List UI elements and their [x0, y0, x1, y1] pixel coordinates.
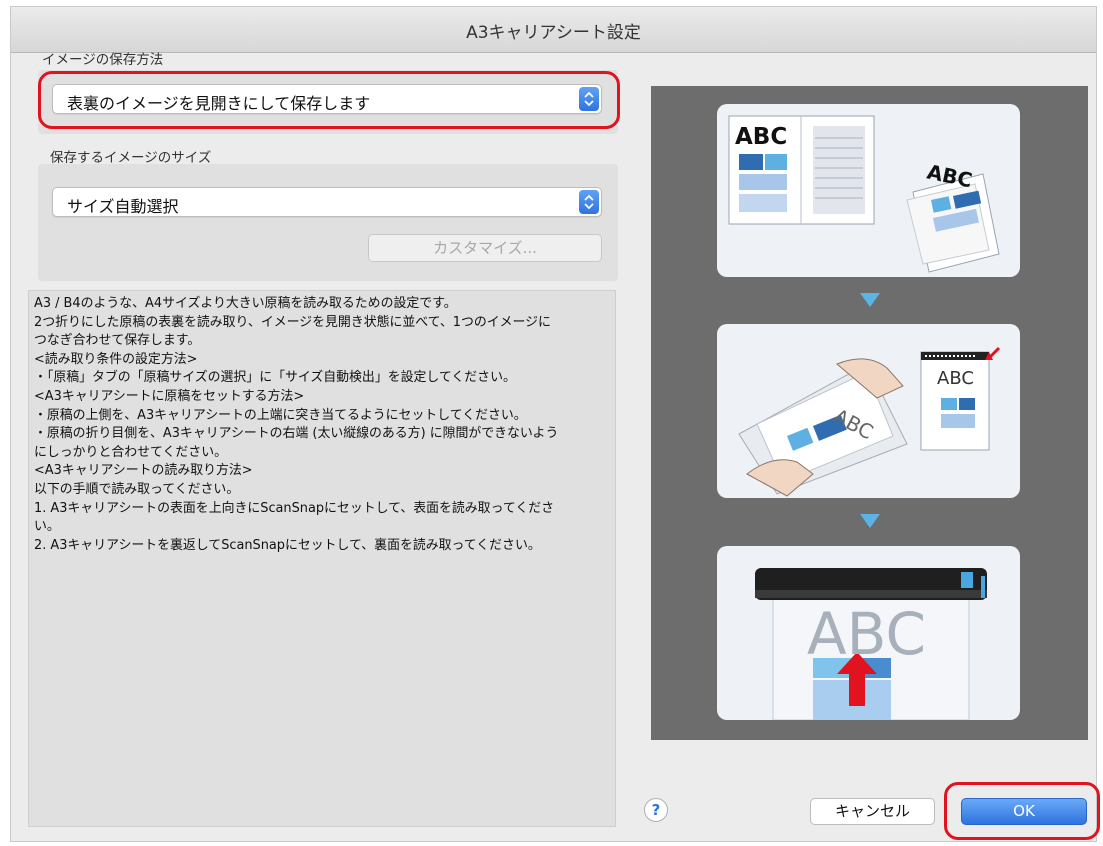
description-line: <読み取り条件の設定方法> — [34, 351, 198, 367]
title-bar[interactable]: A3キャリアシート設定 — [11, 7, 1096, 53]
description-line: つなぎ合わせて保存します。 — [34, 333, 201, 349]
image-size-label: 保存するイメージのサイズ — [50, 150, 212, 166]
down-arrow-icon — [860, 514, 880, 528]
description-line: ・原稿の折り目側を、A3キャリアシートの右端 (太い縦線のある方) に隙間ができ… — [34, 426, 559, 442]
help-button[interactable]: ? — [644, 798, 668, 822]
step2-card-text: ABC — [937, 368, 974, 389]
description-line: ・「原稿」タブの「原稿サイズの選択」に「サイズ自動検出」を設定してください。 — [34, 370, 516, 386]
description-line: A3 / B4のような、A4サイズより大きい原稿を読み取るための設定です。 — [34, 296, 457, 311]
step3-scan-text: ABC — [807, 600, 926, 668]
description-line: い。 — [34, 519, 60, 535]
description-line: <A3キャリアシートに原稿をセットする方法> — [34, 388, 305, 404]
window-title: A3キャリアシート設定 — [466, 23, 641, 43]
customize-button[interactable]: カスタマイズ... — [368, 234, 602, 262]
ok-highlight — [944, 782, 1100, 840]
description-line: 2つ折りにした原稿の表裏を読み取り、イメージを見開き状態に並べて、1つのイメージ… — [34, 314, 551, 330]
description-line: <A3キャリアシートの読み取り方法> — [34, 463, 253, 479]
image-size-value: サイズ自動選択 — [67, 197, 179, 216]
step3-card: ABC — [717, 546, 1020, 720]
image-size-popup[interactable]: サイズ自動選択 — [52, 187, 602, 217]
chevron-updown-icon — [579, 190, 599, 214]
step2-card: ABC ABC — [717, 324, 1020, 498]
insert-document-illustration — [738, 346, 1001, 497]
cancel-button[interactable]: キャンセル — [810, 798, 935, 825]
down-arrow-icon — [860, 293, 880, 307]
description-line: にしっかりと合わせてください。 — [34, 444, 227, 460]
step1-card: ABC ABC — [717, 104, 1020, 277]
description-line: ・原稿の上側を、A3キャリアシートの上端に突き当てるようにセットしてください。 — [34, 407, 527, 423]
illustration-panel: ABC ABC ABC ABC ABC — [651, 86, 1088, 740]
save-method-highlight — [38, 71, 620, 129]
save-method-label: イメージの保存方法 — [42, 52, 164, 68]
description-line: 2. A3キャリアシートを裏返してScanSnapにセットして、裏面を読み取って… — [34, 537, 541, 553]
description-line: 1. A3キャリアシートの表面を上向きにScanSnapにセットして、表面を読み… — [34, 500, 554, 516]
description-panel: A3 / B4のような、A4サイズより大きい原稿を読み取るための設定です。 2つ… — [28, 290, 616, 827]
image-size-group — [38, 164, 618, 281]
description-line: 以下の手順で読み取ってください。 — [34, 481, 240, 497]
step1-left-text: ABC — [735, 124, 788, 150]
